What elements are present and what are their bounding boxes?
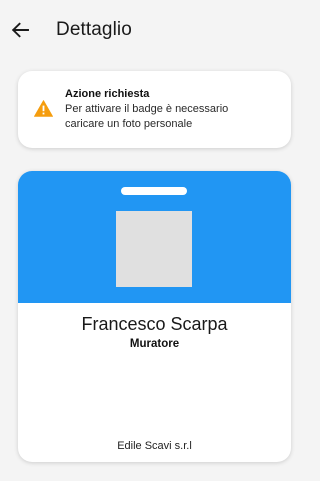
- warning-triangle-icon: [34, 100, 53, 117]
- alert-title: Azione richiesta: [65, 88, 150, 100]
- alert-message: Per attivare il badge è necessario caric…: [65, 103, 229, 130]
- badge-lanyard-slot: [121, 187, 187, 195]
- page-title: Dettaglio: [56, 19, 132, 40]
- company-name: Edile Scavi s.r.l: [117, 440, 192, 452]
- badge-header: [18, 171, 291, 303]
- photo-placeholder[interactable]: [116, 211, 192, 287]
- back-button[interactable]: [9, 19, 31, 41]
- action-required-card: Azione richiesta Per attivare il badge è…: [18, 71, 291, 148]
- person-name: Francesco Scarpa: [81, 314, 228, 334]
- arrow-left-icon: [11, 22, 29, 38]
- person-role: Muratore: [129, 338, 180, 350]
- badge-card: Francesco Scarpa Muratore Edile Scavi s.…: [18, 171, 291, 462]
- app-bar: Dettaglio: [0, 0, 309, 58]
